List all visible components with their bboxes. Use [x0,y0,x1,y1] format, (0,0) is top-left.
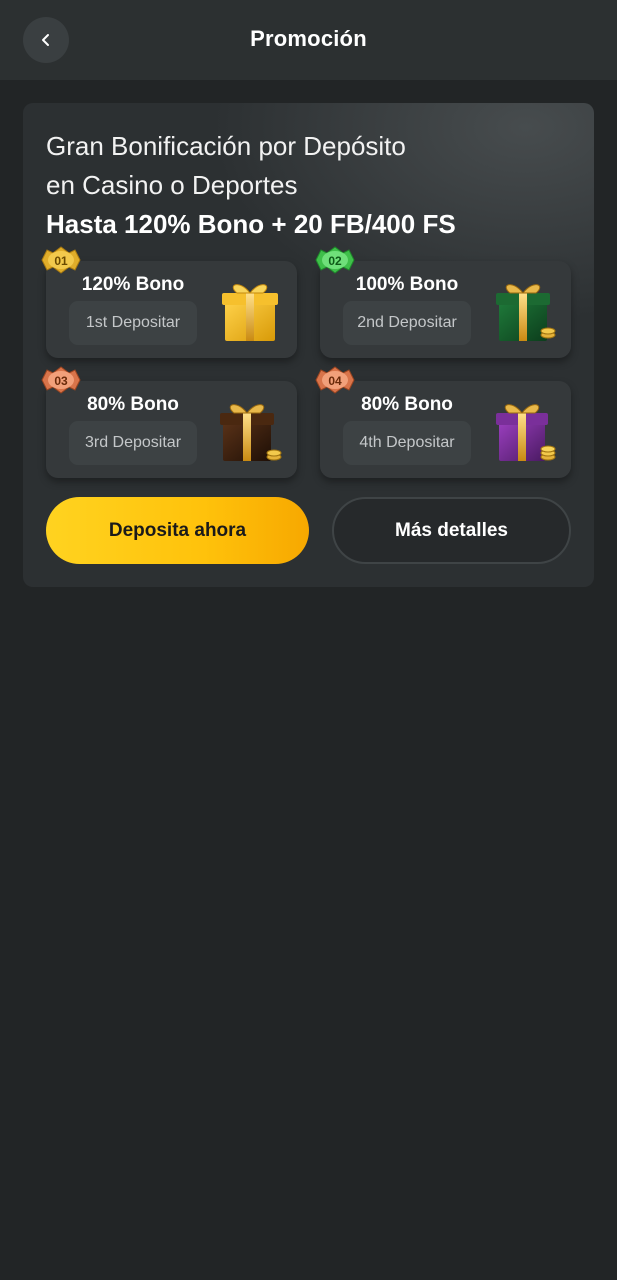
top-bar: Promoción [0,0,617,80]
tier-badge-copper: 04 [315,366,355,394]
tier-badge-green: 02 [315,246,355,274]
tier-badge-number: 02 [328,254,342,268]
tier-badge-copper: 03 [41,366,81,394]
tier-label: 4th Depositar [343,421,471,465]
page-title: Promoción [250,26,367,51]
gift-box-brown-icon [220,404,282,461]
promo-title-line-3: Hasta 120% Bono + 20 FB/400 FS [46,209,456,239]
more-details-button[interactable]: Más detalles [332,497,571,564]
promo-card: Gran Bonificación por Depósito en Casino… [23,103,594,587]
promo-title-line-1: Gran Bonificación por Depósito [46,131,406,161]
tier-label: 1st Depositar [69,301,197,345]
tier-label: 2nd Depositar [343,301,471,345]
tier-amount: 100% Bono [355,274,459,295]
tier-badge-number: 04 [328,374,342,388]
tier-card-1: 01 120% Bono 1st Depositar [41,246,297,358]
tier-amount: 80% Bono [361,394,453,415]
tier-card-3: 03 80% Bono 3rd Depositar [41,366,297,478]
gift-box-gold-icon [222,284,278,341]
promo-title-line-2: en Casino o Deportes [46,170,298,200]
tier-badge-number: 01 [54,254,68,268]
tier-label: 3rd Depositar [69,421,197,465]
tier-card-2: 02 100% Bono 2nd Depositar [315,246,571,358]
gift-box-purple-icon [496,404,556,461]
deposit-now-button[interactable]: Deposita ahora [46,497,309,564]
promo-title: Gran Bonificación por Depósito en Casino… [46,127,576,244]
tier-badge-number: 03 [54,374,68,388]
tier-card-4: 04 80% Bono 4th Depositar [315,366,571,478]
tier-badge-gold: 01 [41,246,81,274]
tier-amount: 80% Bono [87,394,179,415]
tier-amount: 120% Bono [81,274,185,295]
gift-box-green-icon [496,284,556,341]
